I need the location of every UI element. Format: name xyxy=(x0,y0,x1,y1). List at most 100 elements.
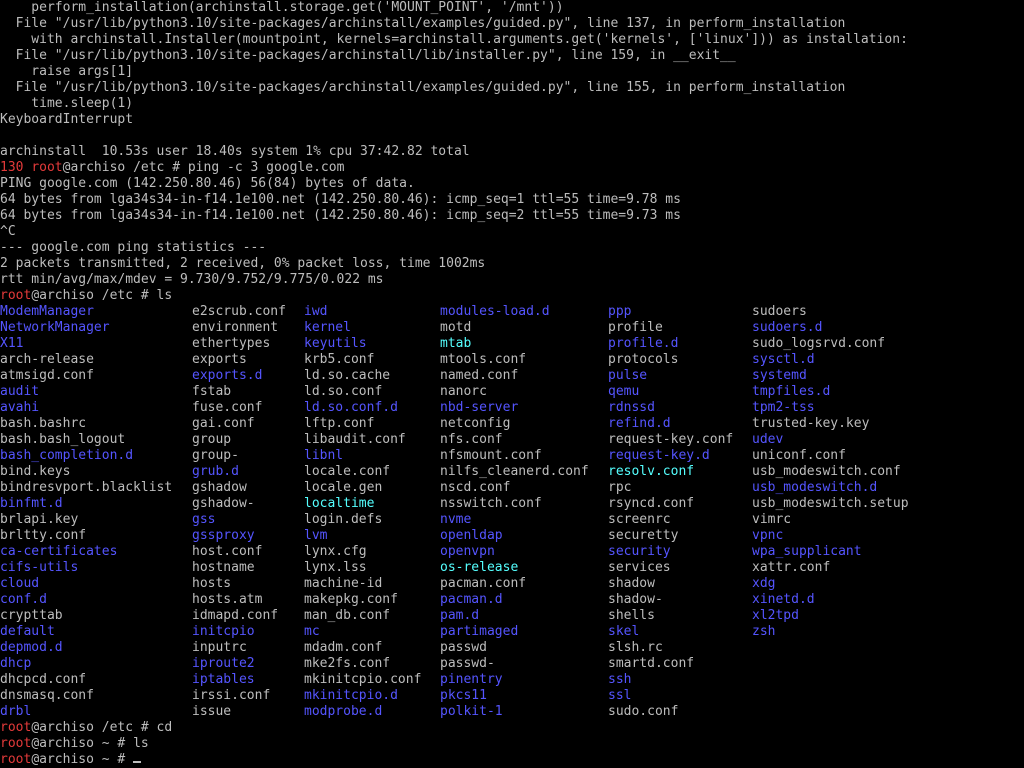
ls-listing: ModemManager e2scrub.conf iwd modules-load.… xyxy=(0,304,1024,720)
file-entry: hosts xyxy=(192,576,232,591)
ls-row: dhcp iproute2 mke2fs.conf passwd-smartd.con… xyxy=(0,656,1024,672)
prompt-user: root xyxy=(0,752,32,767)
directory-entry: iptables xyxy=(192,672,255,687)
directory-entry: nbd-server xyxy=(440,400,519,415)
file-entry: xattr.conf xyxy=(752,560,831,575)
ls-row: audit fstab ld.so.conf nanorc qemu tmpfiles.d xyxy=(0,384,1024,400)
prompt-user: root xyxy=(0,288,32,303)
file-entry: nanorc xyxy=(440,384,487,399)
ping-output: PING google.com (142.250.80.46) 56(84) b… xyxy=(0,176,1024,288)
ping-prompt-line: 130 root@archiso /etc # ping -c 3 google… xyxy=(0,160,1024,176)
output-line: 64 bytes from lga34s34-in-f14.1e100.net … xyxy=(0,208,681,223)
file-entry: issue xyxy=(192,704,232,719)
directory-entry: mkinitcpio.d xyxy=(304,688,398,703)
file-entry: trusted-key.key xyxy=(752,416,870,431)
file-entry: ld.so.conf xyxy=(304,384,383,399)
text-cursor xyxy=(133,761,142,763)
file-entry: gai.conf xyxy=(192,416,255,431)
ls-row: dhcpcd.conf iptables mkinitcpio.conf pinent… xyxy=(0,672,1024,688)
file-entry: krb5.conf xyxy=(304,352,375,367)
directory-entry: pam.d xyxy=(440,608,480,623)
prompt-host-dir: @archiso /etc # xyxy=(31,288,157,303)
output-line: File "/usr/lib/python3.10/site-packages/… xyxy=(0,48,736,63)
symlink-entry: localtime xyxy=(304,496,375,511)
directory-entry: rdnssd xyxy=(608,400,655,415)
file-entry: brlapi.key xyxy=(0,512,79,527)
directory-entry: gssproxy xyxy=(192,528,255,543)
prompt-user: root xyxy=(31,160,63,175)
file-entry: gshadow xyxy=(192,480,247,495)
directory-entry: audit xyxy=(0,384,40,399)
exit-code: 130 xyxy=(0,160,24,175)
directory-entry: X11 xyxy=(0,336,24,351)
file-entry: protocols xyxy=(608,352,679,367)
prompt-host-dir: @archiso ~ # xyxy=(31,736,134,751)
prompt-host-dir: @archiso ~ # xyxy=(31,752,134,767)
directory-entry: ld.so.conf.d xyxy=(304,400,398,415)
output-line: --- google.com ping statistics --- xyxy=(0,240,267,255)
ls-row: arch-release exports krb5.conf mtools.conf p… xyxy=(0,352,1024,368)
prompt-user: root xyxy=(0,720,32,735)
file-entry: shadow- xyxy=(608,592,663,607)
directory-entry: avahi xyxy=(0,400,40,415)
file-entry: shadow xyxy=(608,576,655,591)
output-line: time.sleep(1) xyxy=(0,96,134,111)
file-entry: libaudit.conf xyxy=(304,432,406,447)
file-entry: nfs.conf xyxy=(440,432,503,447)
ls-row: ca-certificates host.conf lynx.cfg openvpn s… xyxy=(0,544,1024,560)
directory-entry: zsh xyxy=(752,624,776,639)
file-entry: netconfig xyxy=(440,416,511,431)
output-line: File "/usr/lib/python3.10/site-packages/… xyxy=(0,80,846,95)
file-entry: ld.so.cache xyxy=(304,368,391,383)
file-entry: fstab xyxy=(192,384,232,399)
directory-entry: openldap xyxy=(440,528,503,543)
file-entry: nscd.conf xyxy=(440,480,511,495)
prompt-line: root@archiso ~ # ls xyxy=(0,736,1024,752)
file-entry: sudo.conf xyxy=(608,704,679,719)
ls-row: brlapi.key gss login.defs nvme screenrc vimrc xyxy=(0,512,1024,528)
directory-entry: kernel xyxy=(304,320,351,335)
directory-entry: pacman.d xyxy=(440,592,503,607)
file-entry: irssi.conf xyxy=(192,688,271,703)
prompt-command: ping -c 3 google.com xyxy=(187,160,345,175)
file-entry: ethertypes xyxy=(192,336,271,351)
traceback-output: perform_installation(archinstall.storage… xyxy=(0,0,1024,160)
directory-entry: bash_completion.d xyxy=(0,448,134,463)
file-entry: mke2fs.conf xyxy=(304,656,391,671)
ls-row: bash.bashrc gai.conf lftp.conf netconfig ref… xyxy=(0,416,1024,432)
directory-entry: systemd xyxy=(752,368,807,383)
directory-entry: tpm2-tss xyxy=(752,400,815,415)
prompt-line: root@archiso ~ # xyxy=(0,752,1024,768)
directory-entry: modprobe.d xyxy=(304,704,383,719)
file-entry: motd xyxy=(440,320,472,335)
directory-entry: refind.d xyxy=(608,416,671,431)
ls-row: ModemManager e2scrub.conf iwd modules-load.… xyxy=(0,304,1024,320)
directory-entry: sysctl.d xyxy=(752,352,815,367)
file-entry: passwd xyxy=(440,640,487,655)
prompt-command: cd xyxy=(156,720,173,735)
directory-entry: request-key.d xyxy=(608,448,710,463)
file-entry: e2scrub.conf xyxy=(192,304,286,319)
prompt-user: root xyxy=(0,736,32,751)
file-entry: lynx.cfg xyxy=(304,544,367,559)
ls-prompt-line: root@archiso /etc # ls xyxy=(0,288,1024,304)
file-entry: sudo_logsrvd.conf xyxy=(752,336,886,351)
file-entry: machine-id xyxy=(304,576,383,591)
ls-row: brltty.conf gssproxy lvm openldap securetty v… xyxy=(0,528,1024,544)
directory-entry: xdg xyxy=(752,576,776,591)
output-line: perform_installation(archinstall.storage… xyxy=(0,0,564,15)
directory-entry: modules-load.d xyxy=(440,304,550,319)
directory-entry: ca-certificates xyxy=(0,544,118,559)
file-entry: rpc xyxy=(608,480,632,495)
directory-entry: conf.d xyxy=(0,592,47,607)
directory-entry: xl2tpd xyxy=(752,608,799,623)
directory-entry: binfmt.d xyxy=(0,496,63,511)
directory-entry: iwd xyxy=(304,304,328,319)
file-entry: fuse.conf xyxy=(192,400,263,415)
ls-row: drbl issue modprobe.d polkit-1 sudo.conf xyxy=(0,704,1024,720)
directory-entry: partimaged xyxy=(440,624,519,639)
directory-entry: cloud xyxy=(0,576,40,591)
terminal-window[interactable]: perform_installation(archinstall.storage… xyxy=(0,0,1024,768)
ls-row: conf.d hosts.atm makepkg.conf pacman.d shado… xyxy=(0,592,1024,608)
